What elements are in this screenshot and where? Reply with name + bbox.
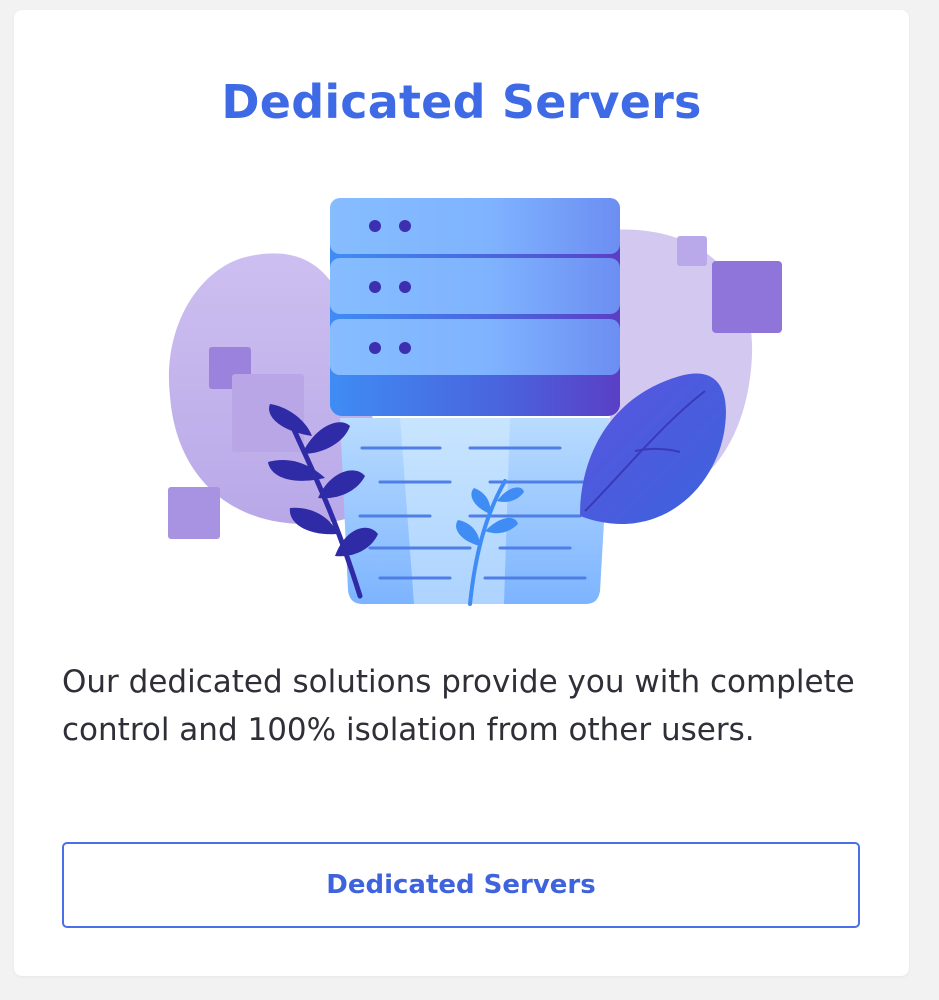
decor-square — [168, 487, 220, 539]
card-description: Our dedicated solutions provide you with… — [62, 664, 855, 748]
button-label: Dedicated Servers — [326, 870, 596, 900]
card-title: Dedicated Servers — [221, 75, 702, 129]
decor-square — [232, 374, 304, 452]
dedicated-servers-card: Dedicated Servers Our dedicated solution… — [14, 10, 909, 976]
dedicated-server-illustration — [140, 186, 790, 606]
dedicated-servers-button[interactable]: Dedicated Servers — [62, 842, 860, 928]
server-rack — [330, 198, 620, 416]
decor-square — [712, 261, 782, 333]
decor-square — [677, 236, 707, 266]
dedicated-server-stack-icon — [168, 198, 782, 606]
